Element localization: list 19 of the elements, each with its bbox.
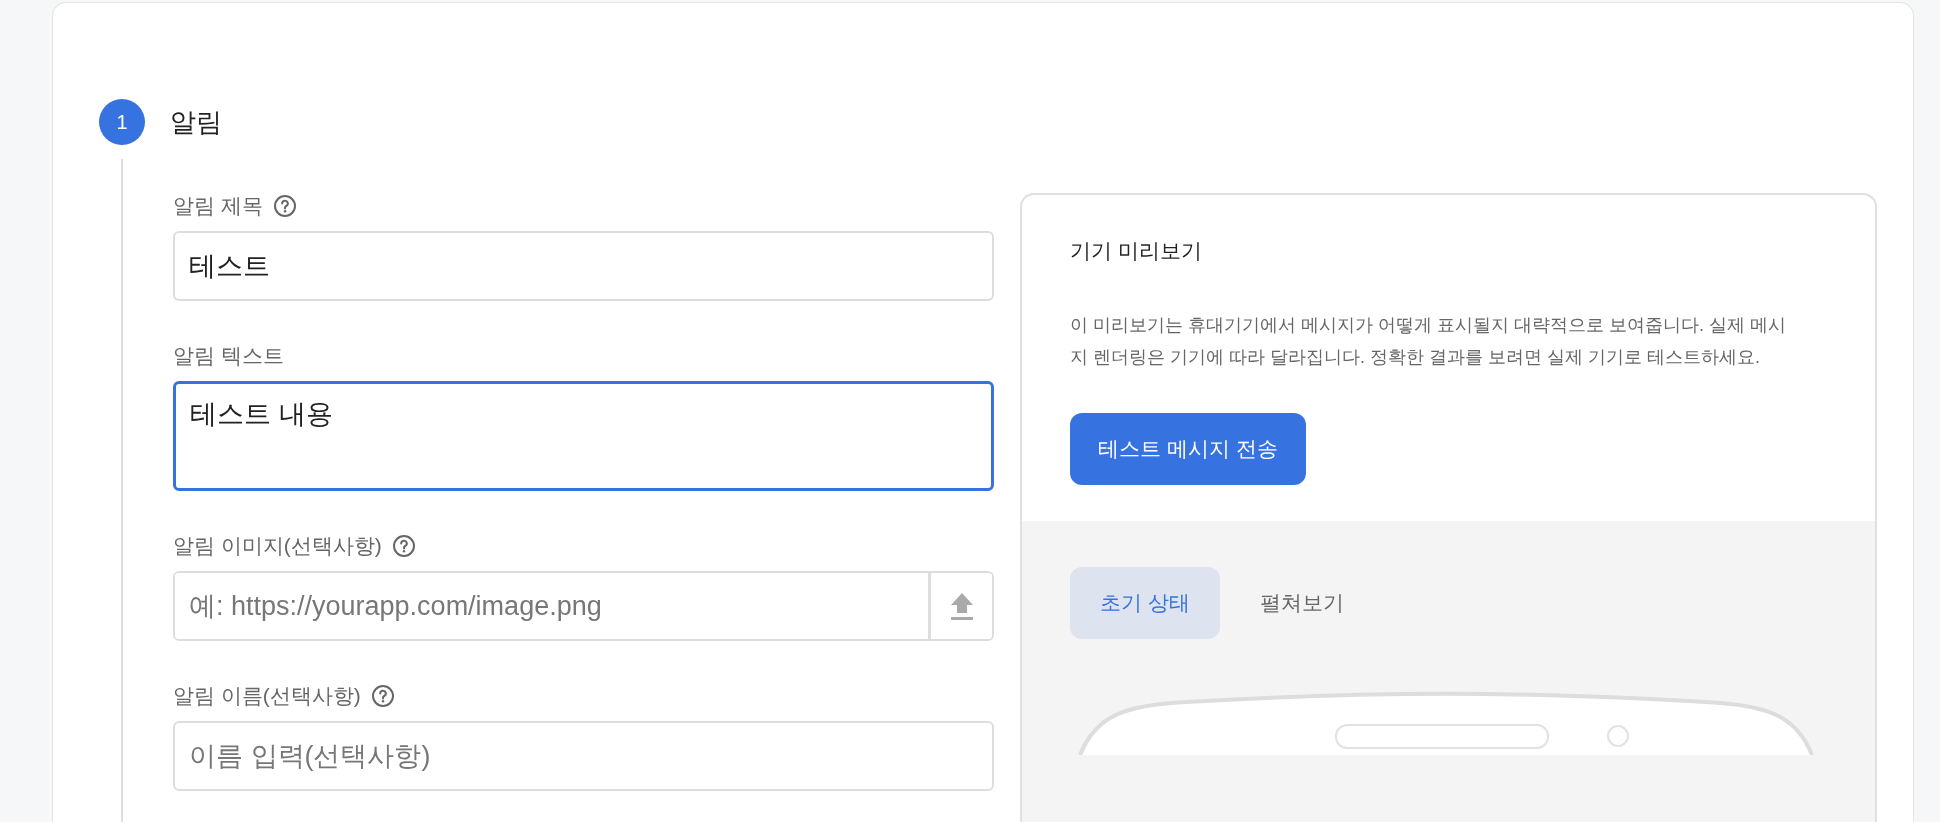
help-icon[interactable] [370,684,395,708]
send-test-button[interactable]: 테스트 메시지 전송 [1070,413,1306,485]
preview-title: 기기 미리보기 [1070,238,1203,264]
help-icon[interactable] [391,534,416,558]
help-icon[interactable] [272,194,297,218]
preview-tab[interactable]: 초기 상태 [1070,567,1220,639]
field-label: 알림 이름(선택사항) [173,683,361,709]
input-field[interactable]: 이름 입력(선택사항) [173,721,995,791]
preview-tab[interactable]: 펼쳐보기 [1229,567,1374,639]
upload-icon [949,591,974,621]
field-label: 알림 텍스트 [173,343,284,369]
preview-description: 이 미리보기는 휴대기기에서 메시지가 어떻게 표시될지 대략적으로 보여줍니다. 실제 메시지 렌더링은 기기에 따라 달라집니다. 정확한 결과를 보려면 실제 기기로 테스트하세요. [1070,314,1788,369]
field-label: 알림 제목 [173,193,263,219]
step-title: 알림 [170,105,222,139]
step-number: 1 [99,99,145,145]
url-input-field[interactable]: 예: https://yourapp.com/image.png [173,571,995,641]
field-label: 알림 이미지(선택사항) [173,533,382,559]
text-area[interactable]: 테스트 내용 [173,381,995,491]
input-field[interactable]: 테스트 [173,231,995,301]
